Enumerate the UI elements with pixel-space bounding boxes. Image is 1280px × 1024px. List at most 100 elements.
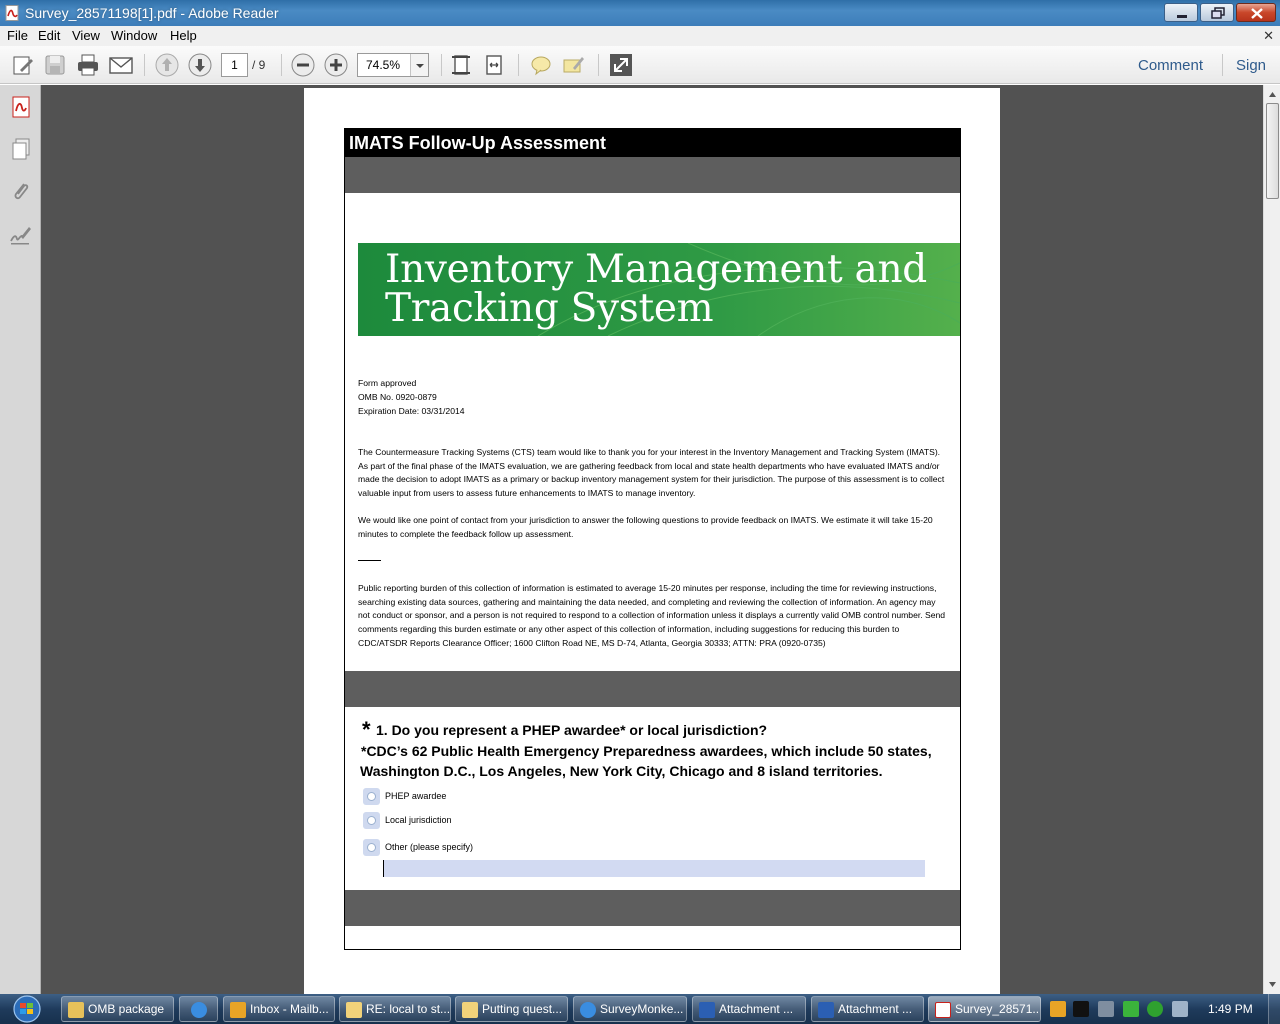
scroll-up-arrow-icon[interactable]: [1265, 86, 1280, 103]
save-icon[interactable]: [42, 52, 68, 78]
toolbar-separator: [144, 54, 145, 76]
email-message-icon: [346, 1002, 362, 1018]
option-label: PHEP awardee: [385, 791, 447, 801]
section-band: [345, 890, 960, 926]
show-desktop-button[interactable]: [1268, 994, 1280, 1024]
divider-line: [358, 560, 381, 561]
zoom-in-icon[interactable]: [323, 52, 349, 78]
vertical-scrollbar[interactable]: [1263, 85, 1280, 994]
question-1-note-line-1: *CDC’s 62 Public Health Emergency Prepar…: [361, 743, 932, 759]
option-other[interactable]: Other (please specify): [363, 839, 663, 857]
option-phep-awardee[interactable]: PHEP awardee: [363, 788, 663, 806]
restore-icon: [1211, 7, 1225, 19]
taskbar-item-omb-package[interactable]: OMB package: [61, 996, 174, 1022]
zoom-out-icon[interactable]: [290, 52, 316, 78]
fit-width-icon[interactable]: [481, 52, 507, 78]
internet-explorer-icon: [191, 1002, 207, 1018]
highlight-text-icon[interactable]: [561, 52, 587, 78]
title-bar: Survey_28571198[1].pdf - Adobe Reader: [0, 0, 1280, 26]
outlook-icon: [230, 1002, 246, 1018]
restore-button[interactable]: [1200, 3, 1234, 22]
zoom-level-select[interactable]: 74.5%: [357, 53, 429, 77]
minimize-icon: [1177, 15, 1187, 18]
omb-number-text: OMB No. 0920-0879: [358, 392, 437, 402]
word-document-icon: [699, 1002, 715, 1018]
window-title: Survey_28571198[1].pdf - Adobe Reader: [25, 5, 279, 21]
expiration-date-text: Expiration Date: 03/31/2014: [358, 406, 465, 416]
form-approved-text: Form approved: [358, 378, 417, 388]
adobe-reader-window: Survey_28571198[1].pdf - Adobe Reader Fi…: [0, 0, 1280, 1024]
menu-bar: File Edit View Window Help ✕: [0, 26, 1280, 46]
security-check-icon[interactable]: [1123, 1001, 1139, 1017]
taskbar-item-putting-questions[interactable]: Putting quest...: [455, 996, 568, 1022]
internet-explorer-icon: [580, 1002, 596, 1018]
taskbar-item-internet-explorer[interactable]: [179, 996, 218, 1022]
tray-app-icon[interactable]: [1073, 1001, 1089, 1017]
toolbar-separator: [1222, 54, 1223, 76]
document-view[interactable]: IMATS Follow-Up Assessment Inventory Man…: [41, 85, 1263, 994]
option-label: Other (please specify): [385, 842, 474, 852]
contact-paragraph: We would like one point of contact from …: [358, 515, 933, 539]
burden-statement: Public reporting burden of this collecti…: [358, 583, 946, 648]
taskbar-item-attachment-1[interactable]: Attachment ...: [692, 996, 806, 1022]
option-label: Local jurisdiction: [385, 815, 452, 825]
radio-button[interactable]: [363, 788, 380, 805]
comment-pane-button[interactable]: Comment: [1138, 57, 1203, 74]
toolbar-separator: [441, 54, 442, 76]
taskbar: OMB package Inbox - Mailb... RE: local t…: [0, 994, 1280, 1024]
menu-edit[interactable]: Edit: [38, 28, 60, 43]
pdf-file-icon: [935, 1002, 951, 1018]
pdf-file-icon: [5, 5, 19, 21]
network-tray-icon[interactable]: [1098, 1001, 1114, 1017]
menu-file[interactable]: File: [7, 28, 28, 43]
create-pdf-icon[interactable]: [10, 52, 36, 78]
email-icon[interactable]: [108, 52, 134, 78]
sign-pane-button[interactable]: Sign: [1236, 57, 1266, 74]
sticky-note-icon[interactable]: [528, 52, 554, 78]
minimize-button[interactable]: [1164, 3, 1198, 22]
close-button[interactable]: [1236, 3, 1276, 22]
banner-title-line-2: Tracking System: [385, 286, 714, 331]
toolbar-separator: [518, 54, 519, 76]
page-thumbnails-icon[interactable]: [9, 137, 33, 161]
scrollbar-thumb[interactable]: [1266, 103, 1279, 199]
taskbar-item-survey-pdf[interactable]: Survey_28571...: [928, 996, 1041, 1022]
volume-icon[interactable]: [1172, 1001, 1188, 1017]
toolbar: 1 / 9 74.5% Comment Sign: [0, 46, 1280, 84]
full-screen-icon[interactable]: [608, 52, 634, 78]
previous-page-icon[interactable]: [154, 52, 180, 78]
pdf-document-icon[interactable]: [9, 95, 33, 119]
page-number-input[interactable]: 1: [221, 53, 248, 77]
print-icon[interactable]: [75, 52, 101, 78]
next-page-icon[interactable]: [187, 52, 213, 78]
word-document-icon: [818, 1002, 834, 1018]
radio-button[interactable]: [363, 812, 380, 829]
zoom-level-value: 74.5%: [366, 58, 401, 72]
radio-button[interactable]: [363, 839, 380, 856]
start-button-windows-icon[interactable]: [8, 995, 46, 1023]
taskbar-item-inbox[interactable]: Inbox - Mailb...: [223, 996, 335, 1022]
other-specify-input[interactable]: [383, 860, 925, 877]
pdf-page: IMATS Follow-Up Assessment Inventory Man…: [304, 88, 1000, 994]
sync-tray-icon[interactable]: [1147, 1001, 1163, 1017]
close-document-icon[interactable]: ✕: [1263, 28, 1274, 44]
form-title: IMATS Follow-Up Assessment: [345, 129, 960, 157]
menu-view[interactable]: View: [72, 28, 100, 43]
option-local-jurisdiction[interactable]: Local jurisdiction: [363, 812, 663, 830]
signatures-icon[interactable]: [9, 223, 33, 247]
taskbar-item-surveymonkey[interactable]: SurveyMonke...: [573, 996, 687, 1022]
scroll-down-arrow-icon[interactable]: [1265, 976, 1280, 993]
attachments-paperclip-icon[interactable]: [9, 179, 33, 203]
menu-window[interactable]: Window: [111, 28, 157, 43]
zoom-dropdown-button[interactable]: [410, 54, 428, 76]
taskbar-item-attachment-2[interactable]: Attachment ...: [811, 996, 924, 1022]
system-clock[interactable]: 1:49 PM: [1208, 1002, 1253, 1016]
chevron-down-icon: [416, 64, 424, 68]
required-asterisk: *: [362, 717, 371, 742]
section-band: [345, 157, 960, 193]
fit-page-icon[interactable]: [448, 52, 474, 78]
menu-help[interactable]: Help: [170, 28, 197, 43]
taskbar-item-re-local[interactable]: RE: local to st...: [339, 996, 451, 1022]
section-band: [345, 671, 960, 707]
outlook-tray-icon[interactable]: [1050, 1001, 1066, 1017]
